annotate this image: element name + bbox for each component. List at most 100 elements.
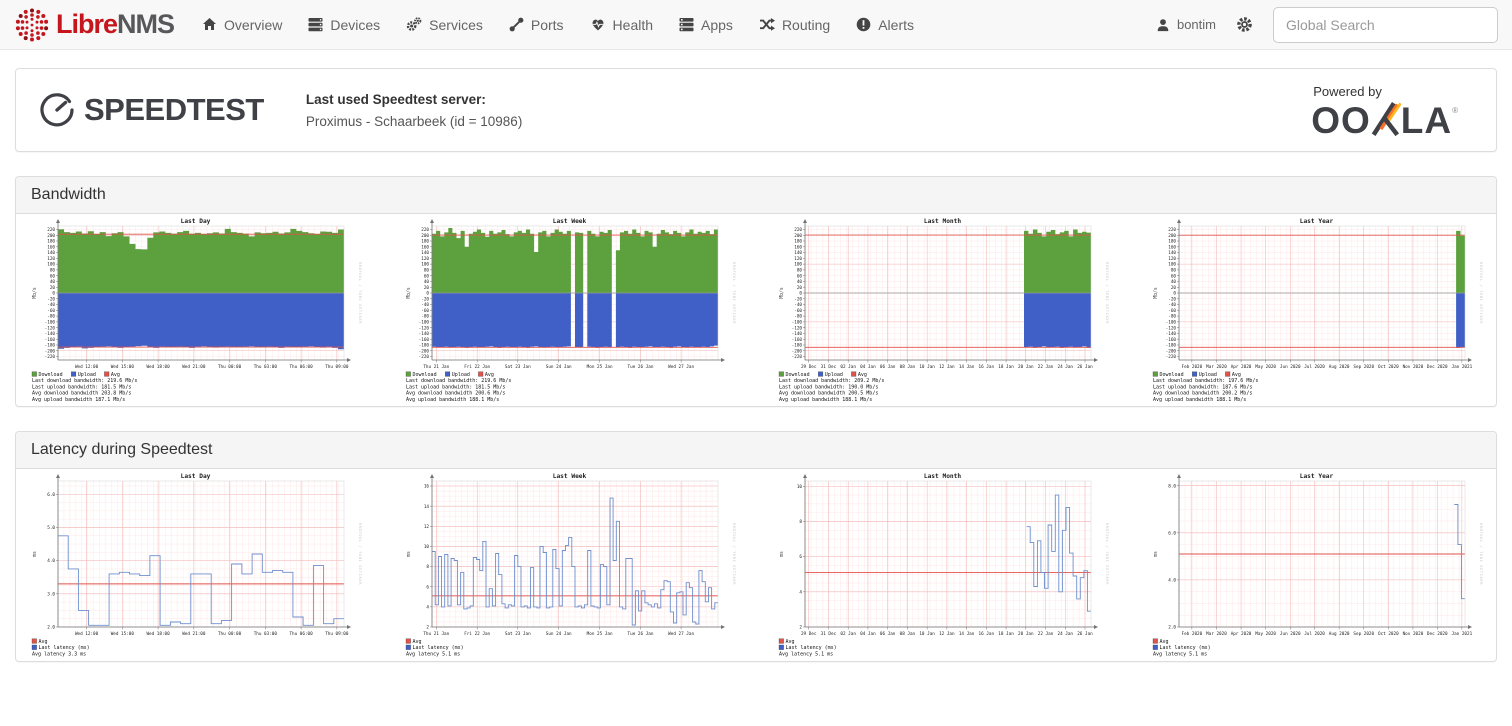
username: bontim	[1177, 17, 1216, 32]
svg-text:18 Jan: 18 Jan	[999, 631, 1015, 637]
svg-text:Last Month: Last Month	[924, 473, 962, 480]
svg-text:-120: -120	[45, 325, 56, 331]
librenms-logo-icon	[14, 7, 50, 43]
svg-text:-160: -160	[1166, 337, 1177, 343]
svg-text:-140: -140	[792, 331, 803, 337]
svg-text:-200: -200	[792, 348, 803, 354]
bandwidth-graph-last-week[interactable]: -220-200-180-160-140-120-100-80-60-40-20…	[402, 216, 737, 404]
svg-text:-180: -180	[1166, 343, 1177, 349]
svg-text:-40: -40	[795, 302, 803, 308]
svg-text:6: 6	[800, 554, 803, 560]
bandwidth-panel: Bandwidth -220-200-180-160-140-120-100-8…	[15, 176, 1497, 407]
nav-item-overview[interactable]: Overview	[202, 17, 282, 33]
bandwidth-graph-last-day[interactable]: -220-200-180-160-140-120-100-80-60-40-20…	[28, 216, 363, 404]
global-search-input[interactable]	[1273, 7, 1498, 43]
svg-text:Avg: Avg	[1232, 372, 1241, 378]
svg-text:4.0: 4.0	[47, 558, 55, 564]
nav-item-health[interactable]: Health	[590, 17, 653, 33]
svg-text:16 Jan: 16 Jan	[979, 364, 995, 370]
svg-text:2.0: 2.0	[1168, 625, 1176, 631]
svg-text:May 2020: May 2020	[1255, 364, 1276, 370]
nav-item-devices[interactable]: Devices	[308, 17, 380, 33]
svg-text:Upload: Upload	[825, 372, 843, 378]
svg-text:-120: -120	[792, 325, 803, 331]
nav-item-routing[interactable]: Routing	[759, 17, 830, 33]
svg-text:Avg download bandwidth 200.5 M: Avg download bandwidth 200.5 Mb/s	[779, 391, 878, 397]
svg-text:-220: -220	[1166, 354, 1177, 360]
svg-text:Sun 24 Jan: Sun 24 Jan	[545, 631, 571, 637]
svg-text:10 Jan: 10 Jan	[920, 364, 936, 370]
latency-graph-last-week[interactable]: 246810121416Thu 21 JanFri 22 JanSat 23 J…	[402, 471, 737, 659]
svg-text:Last Week: Last Week	[552, 218, 586, 225]
latency-panel: Latency during Speedtest 2.03.04.05.06.0…	[15, 431, 1497, 662]
svg-text:-100: -100	[45, 319, 56, 325]
svg-text:10: 10	[797, 484, 803, 490]
svg-text:Nov 2020: Nov 2020	[1403, 631, 1424, 637]
bandwidth-graph-last-year[interactable]: -220-200-180-160-140-120-100-80-60-40-20…	[1149, 216, 1484, 404]
svg-text:Thu 03:00: Thu 03:00	[254, 631, 278, 637]
nav-menu: Overview Devices Services Ports Health A…	[202, 17, 1156, 33]
alerts-icon	[856, 17, 871, 32]
svg-text:31 Dec: 31 Dec	[821, 631, 837, 637]
svg-text:Last Week: Last Week	[552, 473, 586, 480]
speedtest-server-info: Last used Speedtest server: Proximus - S…	[306, 92, 522, 129]
svg-text:6.0: 6.0	[47, 492, 55, 498]
svg-text:Apr 2020: Apr 2020	[1231, 364, 1252, 370]
svg-text:RRDTOOL / TOBI OETIKER: RRDTOOL / TOBI OETIKER	[358, 262, 362, 324]
svg-text:4: 4	[800, 589, 803, 595]
svg-text:-160: -160	[45, 337, 56, 343]
librenms-brand[interactable]: LibreNMS	[14, 7, 174, 43]
nav-item-ports[interactable]: Ports	[509, 17, 564, 33]
svg-text:-60: -60	[421, 308, 429, 314]
svg-text:Nov 2020: Nov 2020	[1403, 364, 1424, 370]
svg-text:RRDTOOL / TOBI OETIKER: RRDTOOL / TOBI OETIKER	[1479, 523, 1483, 585]
svg-text:Sat 23 Jan: Sat 23 Jan	[505, 631, 531, 637]
svg-text:160: 160	[1168, 244, 1176, 250]
svg-text:200: 200	[47, 233, 55, 239]
svg-text:2: 2	[426, 625, 429, 631]
svg-text:40: 40	[797, 279, 803, 285]
svg-text:160: 160	[795, 244, 803, 250]
svg-text:180: 180	[47, 239, 55, 245]
settings-menu[interactable]	[1236, 16, 1253, 33]
svg-text:Thu 21 Jan: Thu 21 Jan	[423, 364, 449, 370]
svg-text:Last Year: Last Year	[1300, 473, 1334, 480]
svg-text:0: 0	[426, 291, 429, 297]
speedtest-logo: SPEEDTEST	[38, 91, 264, 129]
svg-text:60: 60	[50, 273, 56, 279]
user-menu[interactable]: bontim	[1156, 17, 1216, 32]
svg-text:-200: -200	[45, 348, 56, 354]
svg-text:-200: -200	[1166, 348, 1177, 354]
svg-text:8.0: 8.0	[1168, 483, 1176, 489]
nav-item-services[interactable]: Services	[406, 17, 483, 33]
svg-text:Last upload bandwidth: 181.5 M: Last upload bandwidth: 181.5 Mb/s	[406, 384, 505, 390]
bandwidth-graph-last-month[interactable]: -220-200-180-160-140-120-100-80-60-40-20…	[775, 216, 1110, 404]
latency-graph-last-month[interactable]: 24681029 Dec31 Dec02 Jan04 Jan06 Jan08 J…	[775, 471, 1110, 659]
svg-text:ms: ms	[1154, 551, 1159, 557]
latency-graph-last-day[interactable]: 2.03.04.05.06.0Wed 12:00Wed 15:00Wed 18:…	[28, 471, 363, 659]
svg-text:Jan 2021: Jan 2021	[1451, 631, 1472, 637]
svg-text:Sun 24 Jan: Sun 24 Jan	[545, 364, 571, 370]
svg-text:-80: -80	[1168, 314, 1176, 320]
svg-text:26 Jan: 26 Jan	[1078, 631, 1094, 637]
svg-text:Wed 18:00: Wed 18:00	[146, 364, 170, 370]
svg-text:Feb 2020: Feb 2020	[1181, 364, 1202, 370]
svg-text:-80: -80	[795, 314, 803, 320]
svg-text:14: 14	[423, 504, 429, 510]
svg-text:-40: -40	[47, 302, 55, 308]
svg-text:0: 0	[1173, 291, 1176, 297]
svg-text:Last upload bandwidth: 187.6 M: Last upload bandwidth: 187.6 Mb/s	[1153, 384, 1252, 390]
latency-graph-last-year[interactable]: 2.04.06.08.0Feb 2020Mar 2020Apr 2020May …	[1149, 471, 1484, 659]
svg-text:Last download bandwidth: 209.2: Last download bandwidth: 209.2 Mb/s	[779, 378, 884, 384]
svg-text:RRDTOOL / TOBI OETIKER: RRDTOOL / TOBI OETIKER	[1105, 523, 1109, 585]
svg-text:Avg upload bandwidth 188.1 Mb/: Avg upload bandwidth 188.1 Mb/s	[406, 397, 499, 403]
svg-text:-40: -40	[1168, 302, 1176, 308]
svg-text:Mon 25 Jan: Mon 25 Jan	[586, 364, 612, 370]
svg-text:Sep 2020: Sep 2020	[1353, 631, 1374, 637]
nav-item-apps[interactable]: Apps	[679, 17, 733, 33]
nav-item-alerts[interactable]: Alerts	[856, 17, 914, 33]
home-icon	[202, 17, 217, 32]
svg-text:08 Jan: 08 Jan	[900, 631, 916, 637]
svg-text:Wed 27 Jan: Wed 27 Jan	[668, 364, 694, 370]
svg-text:Wed 15:00: Wed 15:00	[111, 631, 135, 637]
